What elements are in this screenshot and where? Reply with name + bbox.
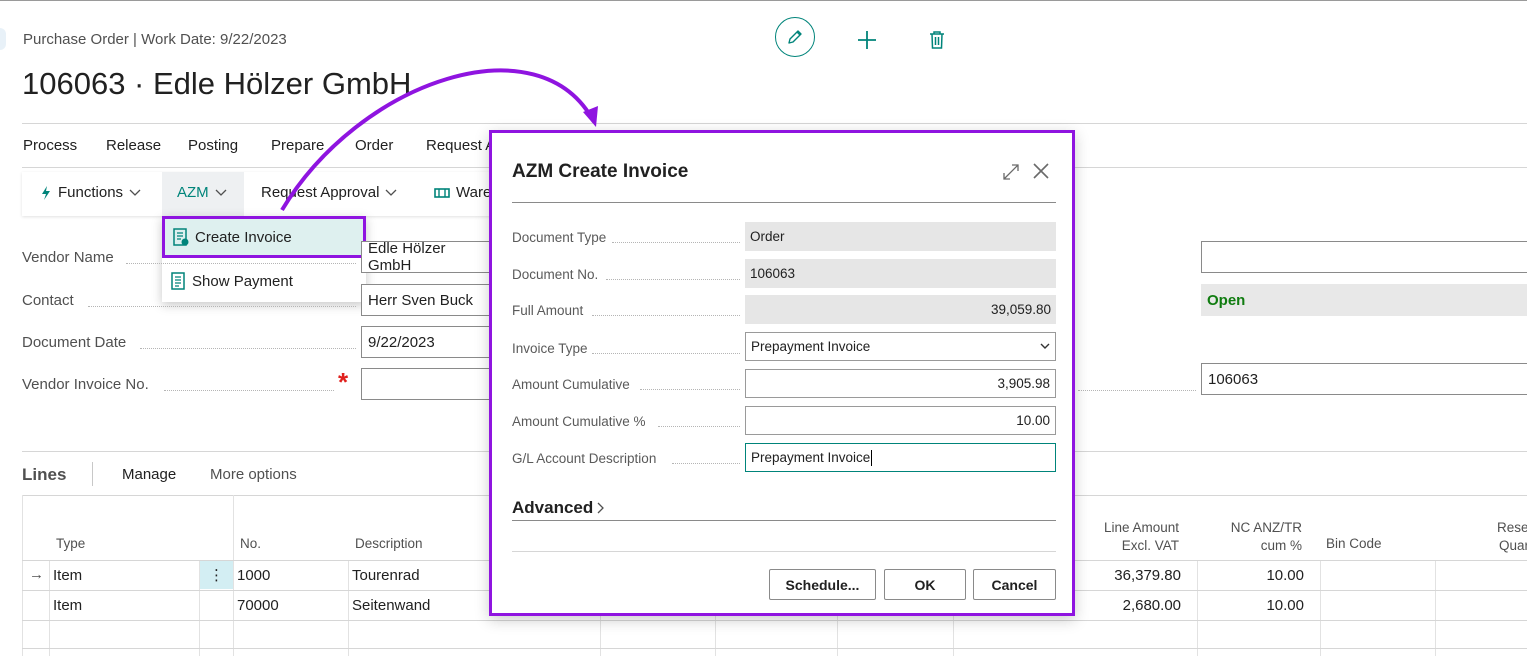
- expand-icon: [1003, 164, 1019, 180]
- create-invoice-dialog: AZM Create Invoice Document Type Order D…: [489, 130, 1075, 616]
- schedule-button[interactable]: Schedule...: [769, 569, 876, 600]
- amount-cumulative-pct-label: Amount Cumulative %: [512, 414, 646, 429]
- dialog-title: AZM Create Invoice: [512, 161, 689, 182]
- full-amount-label: Full Amount: [512, 303, 584, 318]
- document-type-label: Document Type: [512, 230, 607, 245]
- gl-account-description-field[interactable]: Prepayment Invoice: [745, 443, 1056, 472]
- dots-leader: [592, 352, 740, 354]
- dialog-title-divider: [512, 202, 1056, 203]
- invoice-type-value: Prepayment Invoice: [751, 339, 871, 354]
- text-cursor: [871, 449, 873, 466]
- cancel-button[interactable]: Cancel: [973, 569, 1056, 600]
- document-no-field: 106063: [745, 259, 1056, 288]
- ok-button[interactable]: OK: [884, 569, 966, 600]
- advanced-label: Advanced: [512, 498, 594, 517]
- amount-cumulative-label: Amount Cumulative: [512, 377, 630, 392]
- close-button[interactable]: [1032, 162, 1052, 182]
- document-type-field: Order: [745, 222, 1056, 251]
- advanced-divider: [512, 520, 1056, 521]
- amount-cumulative-field[interactable]: 3,905.98: [745, 369, 1056, 398]
- full-amount-field: 39,059.80: [745, 295, 1056, 324]
- close-icon: [1033, 163, 1049, 179]
- dots-leader: [592, 314, 740, 316]
- advanced-section-toggle[interactable]: Advanced: [512, 498, 605, 518]
- footer-divider: [512, 551, 1056, 552]
- expand-button[interactable]: [1002, 163, 1022, 183]
- dots-leader: [658, 425, 740, 427]
- document-no-label: Document No.: [512, 267, 599, 282]
- chevron-right-icon: [597, 502, 605, 514]
- gl-account-description-value: Prepayment Invoice: [751, 450, 871, 465]
- invoice-type-select[interactable]: Prepayment Invoice: [745, 332, 1056, 361]
- dots-leader: [672, 462, 740, 464]
- dots-leader: [640, 388, 740, 390]
- chevron-down-icon: [1040, 343, 1050, 349]
- invoice-type-label: Invoice Type: [512, 341, 588, 356]
- gl-account-description-label: G/L Account Description: [512, 451, 657, 466]
- amount-cumulative-pct-field[interactable]: 10.00: [745, 406, 1056, 435]
- dots-leader: [606, 278, 740, 280]
- dots-leader: [612, 241, 740, 243]
